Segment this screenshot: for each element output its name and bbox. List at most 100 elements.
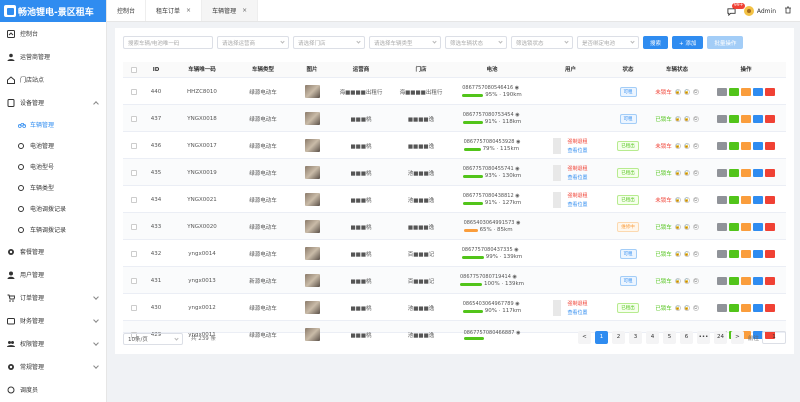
edit-icon[interactable] xyxy=(729,87,739,96)
lock-icon[interactable]: 🔒 xyxy=(674,304,681,311)
add-button[interactable]: + 添加 xyxy=(672,36,704,49)
page-button[interactable]: 2 xyxy=(611,331,625,344)
transfer-icon[interactable] xyxy=(741,222,751,231)
user-link-1[interactable]: 查看位置 xyxy=(567,174,587,181)
edit-icon[interactable] xyxy=(729,195,739,204)
sidebar-item-9[interactable]: 常规管理 xyxy=(0,355,106,378)
pencil-icon[interactable] xyxy=(753,249,763,258)
pencil-icon[interactable] xyxy=(753,222,763,231)
row-checkbox[interactable] xyxy=(131,88,137,95)
power-icon[interactable]: ⏻ xyxy=(692,304,699,311)
user-link-1[interactable]: 查看位置 xyxy=(567,309,587,316)
row-checkbox[interactable] xyxy=(131,142,137,149)
pencil-icon[interactable] xyxy=(753,87,763,96)
sidebar-item-6[interactable]: 订单管理 xyxy=(0,286,106,309)
unlock-icon[interactable]: 🔓 xyxy=(683,196,690,203)
vehicle-image[interactable] xyxy=(304,112,320,125)
list-icon[interactable] xyxy=(717,249,727,258)
row-checkbox[interactable] xyxy=(131,196,137,203)
page-button[interactable]: 6 xyxy=(679,331,693,344)
page-button[interactable]: 3 xyxy=(628,331,642,344)
page-jump-input[interactable]: 1 xyxy=(762,331,786,344)
edit-icon[interactable] xyxy=(729,303,739,312)
lock-icon[interactable]: 🔒 xyxy=(674,196,681,203)
list-icon[interactable] xyxy=(717,114,727,123)
page-button[interactable]: 4 xyxy=(645,331,659,344)
vehicle-image[interactable] xyxy=(304,139,320,152)
delete-icon[interactable] xyxy=(765,195,775,204)
tab-1[interactable]: 租车订单 × xyxy=(146,0,203,21)
list-icon[interactable] xyxy=(717,168,727,177)
sidebar-subitem-3[interactable]: 车辆类型 xyxy=(0,177,106,198)
user-link-1[interactable]: 查看位置 xyxy=(567,201,587,208)
row-checkbox[interactable] xyxy=(131,304,137,311)
lock-icon[interactable]: 🔒 xyxy=(674,88,681,95)
power-icon[interactable]: ⏻ xyxy=(692,223,699,230)
unlock-icon[interactable]: 🔓 xyxy=(683,169,690,176)
lock-icon[interactable]: 🔒 xyxy=(674,169,681,176)
transfer-icon[interactable] xyxy=(741,168,751,177)
sidebar-item-1[interactable]: 运营商管理 xyxy=(0,45,106,68)
page-button[interactable]: ••• xyxy=(696,331,710,344)
pencil-icon[interactable] xyxy=(753,168,763,177)
delete-icon[interactable] xyxy=(765,141,775,150)
vehicle-image[interactable] xyxy=(304,301,320,314)
edit-icon[interactable] xyxy=(729,114,739,123)
store-select[interactable]: 请选择门店 xyxy=(293,36,365,49)
list-icon[interactable] xyxy=(717,276,727,285)
delete-icon[interactable] xyxy=(765,249,775,258)
unlock-icon[interactable]: 🔓 xyxy=(683,88,690,95)
delete-icon[interactable] xyxy=(765,87,775,96)
edit-icon[interactable] xyxy=(729,249,739,258)
transfer-icon[interactable] xyxy=(741,141,751,150)
delete-icon[interactable] xyxy=(765,168,775,177)
unlock-icon[interactable]: 🔓 xyxy=(683,304,690,311)
sidebar-item-0[interactable]: 控制台 xyxy=(0,22,106,45)
prev-page-button[interactable]: < xyxy=(577,331,591,344)
list-icon[interactable] xyxy=(717,87,727,96)
power-icon[interactable]: ⏻ xyxy=(692,115,699,122)
transfer-icon[interactable] xyxy=(741,249,751,258)
power-icon[interactable]: ⏻ xyxy=(692,169,699,176)
sidebar-item-10[interactable]: 调度员 xyxy=(0,378,106,401)
row-checkbox[interactable] xyxy=(131,277,137,284)
list-icon[interactable] xyxy=(717,141,727,150)
row-checkbox[interactable] xyxy=(131,115,137,122)
edit-icon[interactable] xyxy=(729,276,739,285)
unlock-icon[interactable]: 🔓 xyxy=(683,223,690,230)
trash-icon[interactable] xyxy=(784,6,792,16)
tab-2[interactable]: 车辆管理 × xyxy=(202,0,259,21)
sidebar-subitem-2[interactable]: 电池型号 xyxy=(0,156,106,177)
unlock-icon[interactable]: 🔓 xyxy=(683,250,690,257)
tab-0[interactable]: 控制台 xyxy=(107,0,147,21)
vehicle-image[interactable] xyxy=(304,85,320,98)
page-button[interactable]: 5 xyxy=(662,331,676,344)
transfer-icon[interactable] xyxy=(741,303,751,312)
list-icon[interactable] xyxy=(717,222,727,231)
vehicle-image[interactable] xyxy=(304,193,320,206)
lock-icon[interactable]: 🔒 xyxy=(674,277,681,284)
row-checkbox[interactable] xyxy=(131,223,137,230)
message-icon[interactable]: 99+ xyxy=(727,2,746,16)
operator-select[interactable]: 请选择运营商 xyxy=(217,36,289,49)
sidebar-item-7[interactable]: 财务管理 xyxy=(0,309,106,332)
vehicle-image[interactable] xyxy=(304,166,320,179)
unlock-icon[interactable]: 🔓 xyxy=(683,115,690,122)
vehicle-type-select[interactable]: 请选择车辆类型 xyxy=(369,36,441,49)
search-input[interactable]: 搜索车辆/电池唯一码 xyxy=(123,36,213,49)
lock-status-select[interactable]: 筛选锁状态 xyxy=(511,36,573,49)
delete-icon[interactable] xyxy=(765,303,775,312)
delete-icon[interactable] xyxy=(765,276,775,285)
transfer-icon[interactable] xyxy=(741,114,751,123)
page-button[interactable]: 1 xyxy=(594,331,608,344)
user-link-0[interactable]: 强制退租 xyxy=(567,300,587,307)
user-menu[interactable]: Admin xyxy=(743,6,776,16)
power-icon[interactable]: ⏻ xyxy=(692,277,699,284)
row-checkbox[interactable] xyxy=(131,250,137,257)
next-page-button[interactable]: > xyxy=(730,331,744,344)
close-icon[interactable]: × xyxy=(242,7,247,14)
list-icon[interactable] xyxy=(717,195,727,204)
delete-icon[interactable] xyxy=(765,114,775,123)
pencil-icon[interactable] xyxy=(753,303,763,312)
sidebar-subitem-1[interactable]: 电池管理 xyxy=(0,135,106,156)
